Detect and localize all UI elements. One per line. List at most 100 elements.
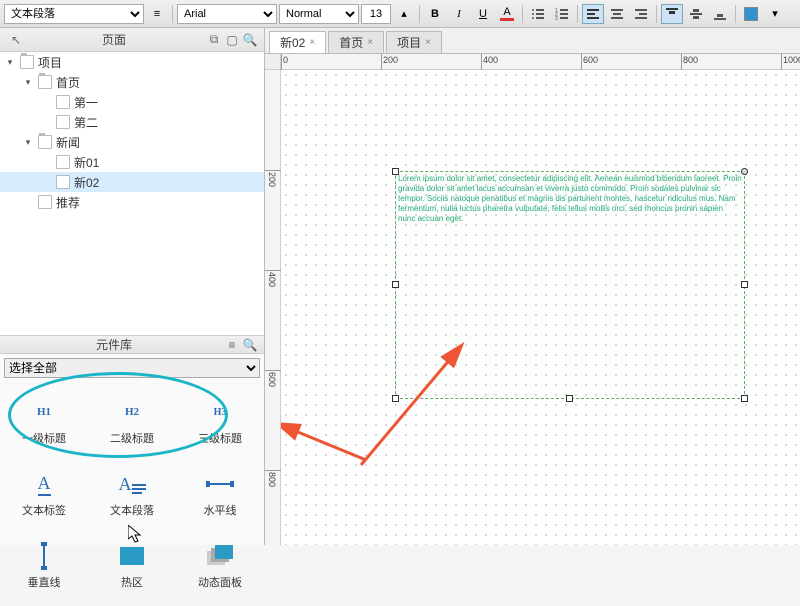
text-color-button[interactable]: A xyxy=(496,4,518,24)
tree-node[interactable]: ▾ 项目 xyxy=(0,52,264,72)
resize-handle-s[interactable] xyxy=(566,395,573,402)
widget-label: 文本段落 xyxy=(110,502,154,518)
paragraph-widget[interactable]: Lorem ipsum dolor sit amet, consectetur … xyxy=(398,174,742,224)
tree-node[interactable]: 第二 xyxy=(0,112,264,132)
bullet-list-icon[interactable]: ≡ xyxy=(146,4,168,24)
h2-icon: H2 xyxy=(118,398,146,426)
widget-library-grid: H1一级标题H2二级标题H3三级标题A文本标签A文本段落水平线垂直线热区动态面板 xyxy=(0,382,264,606)
widget-h3[interactable]: H3三级标题 xyxy=(176,386,264,458)
tree-node-label: 第一 xyxy=(74,94,98,111)
widget-text-para[interactable]: A文本段落 xyxy=(88,458,176,530)
dynamic-icon xyxy=(206,542,234,570)
tree-node[interactable]: 新01 xyxy=(0,152,264,172)
valign-bottom-button[interactable] xyxy=(709,4,731,24)
fill-color-button[interactable] xyxy=(740,4,762,24)
widgets-panel-title: 元件库 xyxy=(6,336,222,353)
tree-node-label: 推荐 xyxy=(56,194,80,211)
add-page-icon[interactable]: ▢ xyxy=(224,32,240,48)
tab-label: 首页 xyxy=(339,34,363,51)
resize-handle-nw[interactable] xyxy=(392,168,399,175)
tree-twisty-icon[interactable]: ▾ xyxy=(4,56,16,68)
canvas-area: 新02×首页×项目× 02004006008001000 20040060080… xyxy=(265,28,800,545)
duplicate-page-icon[interactable]: ⧉ xyxy=(206,32,222,48)
widget-filter-select[interactable]: 选择全部 xyxy=(4,358,260,378)
widgets-search-icon[interactable]: 🔍 xyxy=(242,337,258,353)
widget-type-select[interactable]: 文本段落 xyxy=(4,4,144,24)
rotate-handle[interactable] xyxy=(741,168,748,175)
folder-icon xyxy=(38,135,52,149)
search-icon[interactable]: 🔍 xyxy=(242,32,258,48)
ruler-tick-label: 1000 xyxy=(783,55,800,65)
widget-text-label[interactable]: A文本标签 xyxy=(0,458,88,530)
font-size-input[interactable] xyxy=(361,4,391,24)
close-icon[interactable]: × xyxy=(309,37,315,48)
ruler-horizontal: 02004006008001000 xyxy=(281,54,800,70)
widget-label: 一级标题 xyxy=(22,430,66,446)
close-icon[interactable]: × xyxy=(425,37,431,48)
widgets-panel-header: 元件库 ≡ 🔍 xyxy=(0,336,264,354)
valign-middle-button[interactable] xyxy=(685,4,707,24)
align-center-button[interactable] xyxy=(606,4,628,24)
page-tab[interactable]: 新02 × xyxy=(269,31,326,53)
list-bullet-button[interactable] xyxy=(527,4,549,24)
valign-top-button[interactable] xyxy=(661,4,683,24)
tree-node[interactable]: ▾ 首页 xyxy=(0,72,264,92)
widgets-menu-icon[interactable]: ≡ xyxy=(224,337,240,353)
tree-twisty-icon[interactable] xyxy=(22,196,34,208)
align-left-button[interactable] xyxy=(582,4,604,24)
close-icon[interactable]: × xyxy=(367,37,373,48)
tree-node[interactable]: ▾新闻 xyxy=(0,132,264,152)
widget-label: 热区 xyxy=(121,574,143,590)
resize-handle-e[interactable] xyxy=(741,281,748,288)
widget-label: 动态面板 xyxy=(198,574,242,590)
font-style-select[interactable]: Normal xyxy=(279,4,359,24)
tree-node-label: 新02 xyxy=(74,174,99,191)
tree-twisty-icon[interactable] xyxy=(40,96,52,108)
align-right-button[interactable] xyxy=(630,4,652,24)
tree-node[interactable]: 推荐 xyxy=(0,192,264,212)
widget-h1[interactable]: H1一级标题 xyxy=(0,386,88,458)
tree-node[interactable]: 新02 xyxy=(0,172,264,192)
tree-node-label: 首页 xyxy=(56,74,80,91)
widget-vline[interactable]: 垂直线 xyxy=(0,530,88,602)
page-tab[interactable]: 项目× xyxy=(386,31,442,53)
tree-node-label: 项目 xyxy=(38,54,62,71)
page-tree[interactable]: ▾ 项目 ▾ 首页第一第二▾新闻新01 新02 推荐 xyxy=(0,52,264,335)
widget-label: 水平线 xyxy=(204,502,237,518)
fill-dropdown-icon[interactable]: ▾ xyxy=(764,4,786,24)
folder-icon xyxy=(38,75,52,89)
font-select[interactable]: Arial xyxy=(177,4,277,24)
text-label-icon: A xyxy=(30,470,58,498)
tree-twisty-icon[interactable] xyxy=(40,116,52,128)
hotspot-icon xyxy=(118,542,146,570)
list-number-button[interactable]: 123 xyxy=(551,4,573,24)
widget-h2[interactable]: H2二级标题 xyxy=(88,386,176,458)
resize-handle-w[interactable] xyxy=(392,281,399,288)
resize-handle-sw[interactable] xyxy=(392,395,399,402)
tree-node[interactable]: 第一 xyxy=(0,92,264,112)
svg-text:3: 3 xyxy=(555,16,558,21)
resize-handle-se[interactable] xyxy=(741,395,748,402)
bold-button[interactable]: B xyxy=(424,4,446,24)
page-tab[interactable]: 首页 × xyxy=(328,31,384,53)
ruler-tick-label: 200 xyxy=(267,172,277,187)
tree-twisty-icon[interactable] xyxy=(40,176,52,188)
selection-box[interactable]: Lorem ipsum dolor sit amet, consectetur … xyxy=(395,171,745,399)
underline-button[interactable]: U xyxy=(472,4,494,24)
italic-button[interactable]: I xyxy=(448,4,470,24)
ruler-tick-label: 400 xyxy=(267,272,277,287)
pages-panel-header: ↖ 页面 ⧉ ▢ 🔍 xyxy=(0,28,264,52)
tree-twisty-icon[interactable] xyxy=(40,156,52,168)
tree-twisty-icon[interactable]: ▾ xyxy=(22,136,34,148)
widget-label: 垂直线 xyxy=(28,574,61,590)
tree-twisty-icon[interactable]: ▾ xyxy=(22,76,34,88)
widget-dynamic[interactable]: 动态面板 xyxy=(176,530,264,602)
tab-label: 新02 xyxy=(280,34,305,51)
collapse-icon[interactable]: ↖ xyxy=(8,32,24,48)
ruler-tick-label: 600 xyxy=(267,372,277,387)
tree-node-label: 新01 xyxy=(74,154,99,171)
left-sidebar: ↖ 页面 ⧉ ▢ 🔍 ▾ 项目 ▾ 首页第一第二▾新闻新01 新02 推荐 元件库 ≡ 🔍… xyxy=(0,28,265,545)
design-canvas[interactable]: Lorem ipsum dolor sit amet, consectetur … xyxy=(281,70,800,545)
size-up-icon[interactable]: ▴ xyxy=(393,4,415,24)
widget-hline[interactable]: 水平线 xyxy=(176,458,264,530)
